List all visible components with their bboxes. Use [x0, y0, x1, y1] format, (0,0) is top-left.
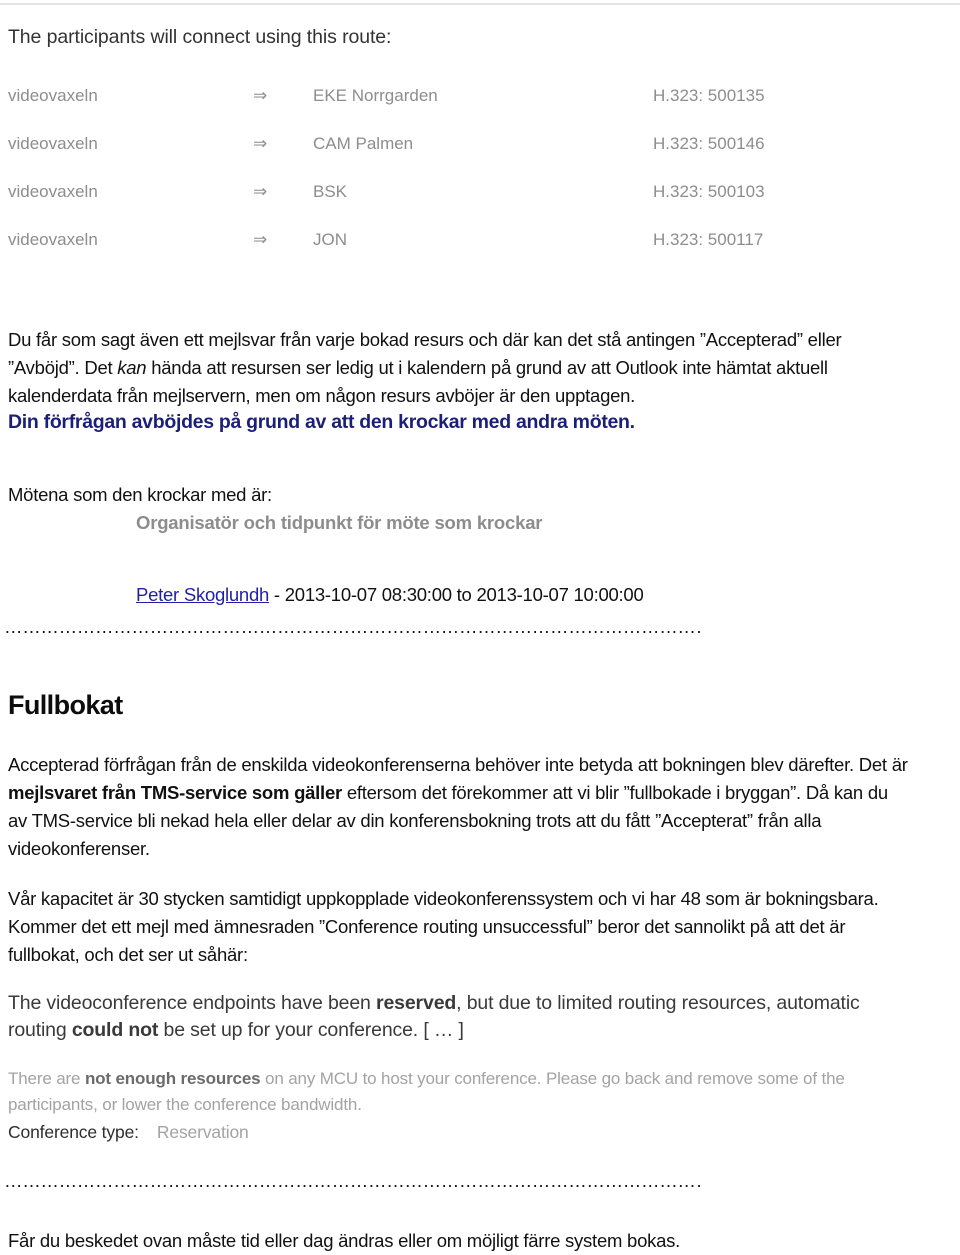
english-resources-paragraph: There are not enough resources on any MC…: [8, 1066, 908, 1118]
arrow-right-icon: ⇒: [253, 182, 268, 201]
english-resources-bold: not enough resources: [84, 1069, 261, 1088]
top-divider-rule: [0, 3, 960, 5]
route-table: videovaxeln ⇒ EKE Norrgarden H.323: 5001…: [8, 86, 798, 278]
english-reserved-paragraph: The videoconference endpoints have been …: [8, 990, 918, 1044]
conference-type-label: Conference type:: [8, 1122, 139, 1142]
accepted-explanation-paragraph: Du får som sagt även ett mejlsvar från v…: [8, 326, 908, 410]
route-destination: EKE Norrgarden: [313, 86, 438, 105]
declined-heading: Din förfrågan avböjdes på grund av att d…: [8, 411, 635, 433]
route-number: H.323: 500117: [653, 230, 764, 249]
route-number: H.323: 500135: [653, 86, 765, 105]
conference-type-value: Reservation: [156, 1122, 249, 1142]
table-row: videovaxeln ⇒ JON H.323: 500117: [8, 230, 798, 278]
table-row: videovaxeln ⇒ CAM Palmen H.323: 500146: [8, 134, 798, 182]
fullbokat-text-bold: mejlsvaret från TMS-service som gäller: [8, 781, 342, 803]
route-destination: JON: [313, 230, 347, 249]
conference-type-row: Conference type: Reservation: [8, 1122, 249, 1143]
route-destination: CAM Palmen: [313, 134, 414, 153]
final-note-paragraph: Får du beskedet ovan måste tid eller dag…: [8, 1229, 681, 1251]
fullbokat-paragraph: Accepterad förfrågan från de enskilda vi…: [8, 751, 908, 863]
route-source: videovaxeln: [8, 86, 98, 105]
route-source: videovaxeln: [8, 134, 98, 153]
document-page: The participants will connect using this…: [0, 0, 960, 1251]
route-source: videovaxeln: [8, 182, 98, 201]
english-reserved-bold: reserved: [376, 991, 457, 1014]
arrow-right-icon: ⇒: [253, 134, 268, 153]
organizer-timespan: - 2013-10-07 08:30:00 to 2013-10-07 10:0…: [269, 583, 644, 605]
route-destination: BSK: [313, 182, 348, 201]
route-number: H.323: 500103: [653, 182, 765, 201]
table-row: videovaxeln ⇒ BSK H.323: 500103: [8, 182, 798, 230]
dotted-separator-bottom: ……………………………………………………………………………………………………………: [4, 1172, 704, 1190]
organizer-column-heading: Organisatör och tidpunkt för möte som kr…: [136, 512, 543, 533]
english-resources-part1: There are: [8, 1069, 85, 1088]
fullbokat-heading: Fullbokat: [8, 690, 123, 720]
english-couldnot-bold: could not: [71, 1018, 159, 1041]
route-section-heading: The participants will connect using this…: [8, 26, 392, 48]
collides-intro-text: Mötena som den krockar med är:: [8, 483, 272, 505]
route-source: videovaxeln: [8, 230, 98, 249]
organizer-row: Peter Skoglundh - 2013-10-07 08:30:00 to…: [136, 581, 644, 609]
arrow-right-icon: ⇒: [253, 230, 268, 249]
fullbokat-text-part1: Accepterad förfrågan från de enskilda vi…: [8, 753, 908, 775]
organizer-link[interactable]: Peter Skoglundh: [136, 584, 269, 605]
english-reserved-part1: The videoconference endpoints have been: [8, 991, 377, 1014]
accepted-text-italic: kan: [117, 356, 147, 378]
dotted-separator-top: ……………………………………………………………………………………………………………: [4, 618, 704, 636]
arrow-right-icon: ⇒: [253, 86, 268, 105]
table-row: videovaxeln ⇒ EKE Norrgarden H.323: 5001…: [8, 86, 798, 134]
route-number: H.323: 500146: [653, 134, 765, 153]
capacity-paragraph: Vår kapacitet är 30 stycken samtidigt up…: [8, 887, 879, 965]
english-reserved-part3: be set up for your conference. [ … ]: [158, 1018, 464, 1041]
